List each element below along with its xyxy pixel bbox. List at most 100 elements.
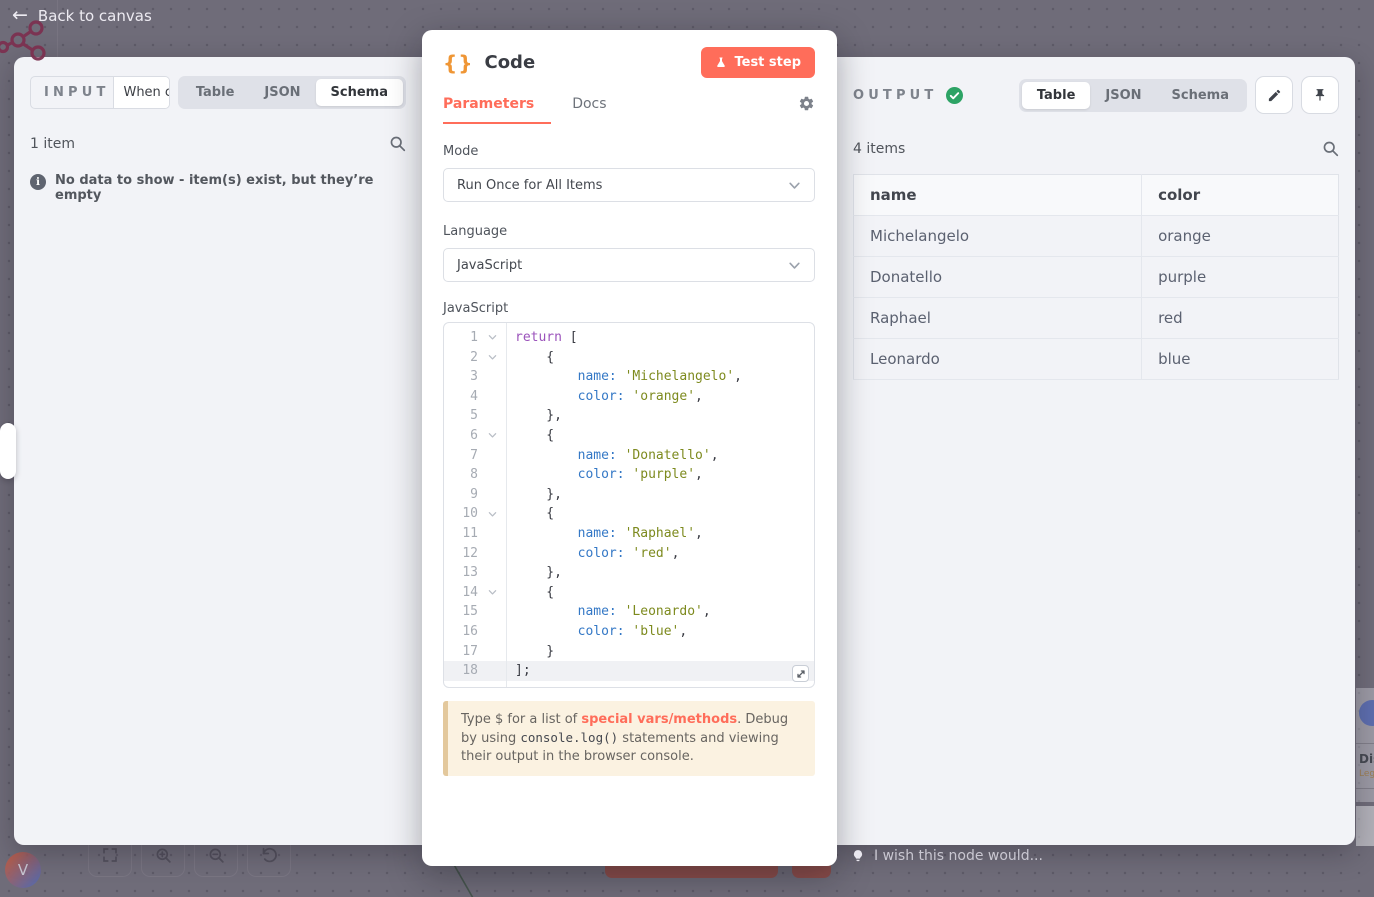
line-number: 16: [444, 622, 478, 642]
language-select[interactable]: JavaScript: [443, 248, 815, 282]
code-text: name: 'Donatello',: [506, 446, 719, 466]
node-settings-tabs: Parameters Docs: [443, 95, 815, 124]
table-cell: orange: [1142, 216, 1339, 257]
line-number: 14: [444, 583, 478, 603]
fit-view-icon: [101, 846, 119, 864]
partial-canvas-element: [1356, 806, 1374, 846]
code-line: 3 name: 'Michelangelo',: [444, 367, 814, 387]
input-tab-schema[interactable]: Schema: [316, 79, 403, 106]
fold-chevron-icon[interactable]: [478, 348, 506, 368]
node-title: Dis: [1359, 752, 1374, 766]
mode-value: Run Once for All Items: [457, 178, 602, 193]
column-header: name: [854, 175, 1142, 216]
table-cell: Michelangelo: [854, 216, 1142, 257]
test-step-button[interactable]: Test step: [701, 47, 815, 78]
code-text: {: [506, 426, 554, 446]
line-number: 9: [444, 485, 478, 505]
lightbulb-icon: [851, 849, 865, 863]
node-icon: [1359, 700, 1374, 726]
node-settings-gear-button[interactable]: [798, 95, 815, 112]
editor-resize-handle[interactable]: [792, 665, 809, 682]
table-row[interactable]: Raphaelred: [854, 298, 1339, 339]
editor-label: JavaScript: [443, 301, 815, 316]
fold-spacer: [478, 465, 506, 485]
code-text: name: 'Michelangelo',: [506, 367, 742, 387]
gear-icon: [798, 95, 815, 112]
fold-spacer: [478, 485, 506, 505]
mode-select[interactable]: Run Once for All Items: [443, 168, 815, 202]
info-icon: i: [30, 174, 46, 190]
ndv-overlay[interactable]: V Dis Lega ← Back to canvas I wish this …: [0, 0, 1374, 897]
input-tab-table[interactable]: Table: [181, 79, 250, 106]
code-text: return [: [506, 328, 578, 348]
code-node-icon: {}: [443, 51, 473, 75]
code-text: color: 'red',: [506, 544, 679, 564]
chevron-down-icon: [788, 259, 801, 272]
output-tab-json[interactable]: JSON: [1090, 82, 1156, 109]
special-vars-link[interactable]: special vars/methods: [581, 712, 737, 727]
output-panel-label: OUTPUT: [853, 88, 937, 103]
tab-parameters[interactable]: Parameters: [443, 96, 534, 112]
code-editor[interactable]: 1return [2 {3 name: 'Michelangelo',4 col…: [443, 322, 815, 688]
node-settings-modal: {} Code Test step ParametersDocs Mode Ru…: [422, 30, 837, 866]
fold-chevron-icon[interactable]: [478, 504, 506, 524]
line-number: 15: [444, 602, 478, 622]
fold-spacer: [478, 387, 506, 407]
line-number: 13: [444, 563, 478, 583]
fold-chevron-icon[interactable]: [478, 583, 506, 603]
code-text: },: [506, 406, 562, 426]
panel-drag-handle[interactable]: [0, 423, 16, 479]
column-header: color: [1142, 175, 1339, 216]
success-check-icon: [946, 87, 963, 104]
code-line: 18];: [444, 661, 814, 681]
node-title: Code: [484, 52, 535, 73]
code-line: 8 color: 'purple',: [444, 465, 814, 485]
table-cell: purple: [1142, 257, 1339, 298]
fold-chevron-icon[interactable]: [478, 426, 506, 446]
input-node-button[interactable]: When clickin: [113, 77, 168, 108]
line-number: 2: [444, 348, 478, 368]
back-to-canvas-button[interactable]: ← Back to canvas: [12, 6, 152, 25]
language-label: Language: [443, 224, 815, 239]
line-number: 7: [444, 446, 478, 466]
line-number: 1: [444, 328, 478, 348]
table-row[interactable]: Leonardoblue: [854, 339, 1339, 380]
code-text: color: 'purple',: [506, 465, 703, 485]
input-panel: INPUT When clickin TableJSONSchema 1 ite…: [14, 57, 422, 845]
code-text: ];: [506, 661, 531, 681]
fold-spacer: [478, 602, 506, 622]
output-items-count: 4 items: [853, 141, 905, 157]
code-line: 17 }: [444, 642, 814, 662]
code-line: 6 {: [444, 426, 814, 446]
code-text: },: [506, 485, 562, 505]
code-text: {: [506, 348, 554, 368]
code-line: 14 {: [444, 583, 814, 603]
input-search-button[interactable]: [389, 135, 406, 152]
resize-icon: [796, 669, 806, 679]
fold-spacer: [478, 642, 506, 662]
wish-text: I wish this node would...: [874, 848, 1043, 864]
code-line: 1 return [: [444, 328, 814, 348]
fold-spacer: [478, 563, 506, 583]
node-feedback-link[interactable]: I wish this node would...: [851, 848, 1043, 864]
edit-output-button[interactable]: [1255, 76, 1293, 114]
output-tab-table[interactable]: Table: [1022, 82, 1091, 109]
table-cell: red: [1142, 298, 1339, 339]
table-row[interactable]: Michelangeloorange: [854, 216, 1339, 257]
node-subtitle: Lega: [1359, 769, 1374, 779]
line-number: 5: [444, 406, 478, 426]
code-text: name: 'Raphael',: [506, 524, 703, 544]
line-number: 10: [444, 504, 478, 524]
output-panel: OUTPUT TableJSONSchema 4 items namecolor…: [837, 57, 1355, 845]
line-number: 17: [444, 642, 478, 662]
tab-docs[interactable]: Docs: [572, 96, 606, 112]
fold-chevron-icon[interactable]: [478, 328, 506, 348]
input-tab-json[interactable]: JSON: [249, 79, 315, 106]
reset-zoom-icon: [260, 846, 279, 865]
pin-data-button[interactable]: [1301, 76, 1339, 114]
fold-spacer: [478, 367, 506, 387]
inline-code: console.log(): [520, 730, 618, 745]
output-search-button[interactable]: [1322, 140, 1339, 157]
table-row[interactable]: Donatellopurple: [854, 257, 1339, 298]
output-tab-schema[interactable]: Schema: [1157, 82, 1244, 109]
